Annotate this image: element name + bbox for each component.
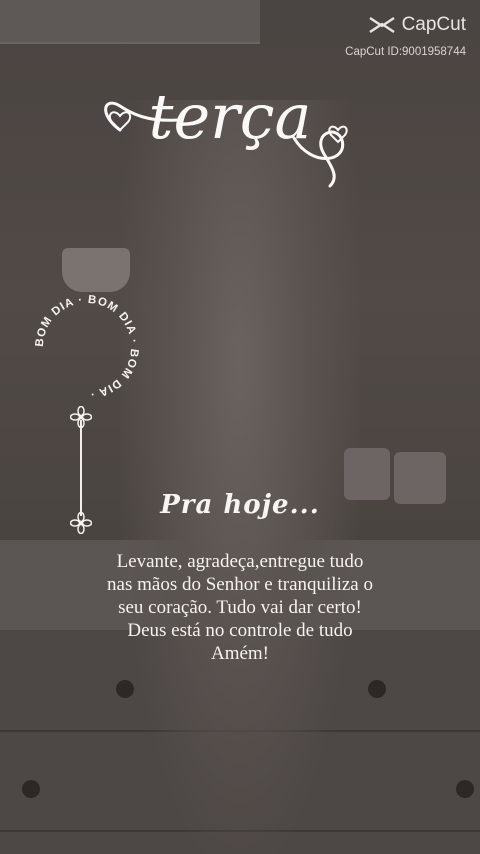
message-line: nas mãos do Senhor e tranquiliza o — [107, 574, 373, 595]
message-line: Amém! — [210, 643, 270, 664]
day-title-text: terça — [149, 80, 312, 153]
capcut-logo-icon — [368, 17, 395, 33]
message-line: seu coração. Tudo vai dar certo! — [118, 597, 362, 618]
ring-badge-text: BOM DIA · BOM DIA · BOM DIA · — [34, 294, 139, 400]
svg-text:BOM DIA · BOM DIA · BOM DIA ·: BOM DIA · BOM DIA · BOM DIA · — [34, 294, 140, 400]
capcut-watermark: CapCut — [368, 14, 466, 36]
subtitle: Pra hoje... — [160, 490, 320, 520]
bom-dia-ring-badge: BOM DIA · BOM DIA · BOM DIA · — [28, 288, 146, 406]
day-title-script: terça — [104, 80, 348, 188]
woman-silhouette — [120, 100, 360, 854]
message-line: Deus está no controle de tudo — [127, 620, 353, 641]
capcut-brand-text: CapCut — [401, 14, 466, 35]
message-line: Levante, agradeça,entregue tudo — [116, 551, 364, 572]
message-text: Levante, agradeça,entregue tudo nas mãos… — [40, 550, 440, 665]
upper-cabinet — [0, 0, 260, 44]
coffee-cup — [62, 248, 130, 292]
capcut-id: CapCut ID:9001958744 — [345, 46, 466, 58]
